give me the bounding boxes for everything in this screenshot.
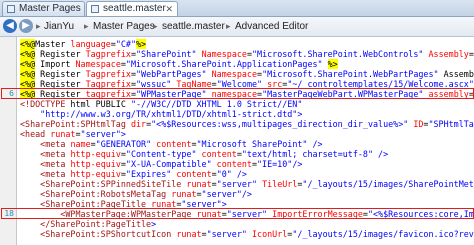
code-text: </SharePoint:PageTitle>	[40, 219, 157, 229]
breadcrumb-item-master-pages[interactable]: Master Pages	[93, 17, 155, 36]
code-line[interactable]: <SharePoint:SPPinnedSiteTile runat="serv…	[0, 179, 474, 189]
code-text: <SharePoint:SPHtmlTag dir="<%$Resources:…	[20, 119, 474, 129]
code-text: <meta name="GENERATOR" content="Microsof…	[40, 139, 323, 149]
code-line[interactable]: <head runat="server">	[0, 129, 474, 139]
code-line[interactable]: <%@ Import Namespace="Microsoft.SharePoi…	[0, 59, 474, 69]
code-text: <WPMasterPage:WPMasterPage runat="server…	[60, 209, 474, 219]
code-text: <SharePoint:SPPinnedSiteTile runat="serv…	[40, 179, 474, 189]
code-line[interactable]: <SharePoint:RobotsMetaTag runat="server"…	[0, 189, 474, 199]
code-text: <SharePoint:RobotsMetaTag runat="server"…	[40, 189, 252, 199]
code-text: <%@ Register Tagprefix="wssuc" TagName="…	[20, 79, 474, 89]
advanced-editor-window: Master Pages seattle.master ✕ ◀ ▶ ▸ Jian…	[0, 0, 474, 245]
code-text: <SharePoint:SPShortcutIcon runat="server…	[40, 229, 474, 239]
breadcrumb-item-file[interactable]: seattle.master	[162, 17, 225, 36]
line-number: 6	[9, 89, 14, 98]
code-line[interactable]: 18 <WPMasterPage:WPMasterPage runat="ser…	[0, 209, 474, 219]
tab-label: seattle.master	[103, 3, 166, 14]
chevron-right-icon: ▸	[226, 21, 231, 31]
code-line[interactable]: <SharePoint:PageTitle runat="server">	[0, 199, 474, 209]
code-text: <%@Master language="C#"%>	[20, 39, 147, 49]
back-arrow-icon[interactable]: ◀	[3, 19, 17, 33]
chevron-right-icon: ▸	[153, 21, 158, 31]
code-editor[interactable]: <%@Master language="C#"%> <%@ Register Ta…	[0, 37, 474, 245]
document-tab-bar: Master Pages seattle.master ✕	[0, 0, 474, 17]
code-line[interactable]: "http://www.w3.org/TR/xhtml1/DTD/xhtml1-…	[0, 109, 474, 119]
forward-arrow-icon[interactable]: ▶	[19, 19, 33, 33]
code-line[interactable]: <SharePoint:SPShortcutIcon runat="server…	[0, 229, 474, 239]
code-text: <%@ Import Namespace="Microsoft.SharePoi…	[20, 59, 338, 69]
code-text: <head runat="server">	[20, 129, 126, 139]
code-line[interactable]: <meta http-equiv="Expires" content="0" /…	[0, 169, 474, 179]
page-icon	[7, 5, 15, 13]
breadcrumb-item-site[interactable]: JianYu	[44, 17, 74, 36]
tab-label: Master Pages	[19, 3, 81, 14]
chevron-right-icon: ▸	[84, 21, 89, 31]
code-line[interactable]: <meta name="GENERATOR" content="Microsof…	[0, 139, 474, 149]
code-line[interactable]: <%@ Register Tagprefix="wssuc" TagName="…	[0, 79, 474, 89]
tab-seattle-master[interactable]: seattle.master ✕	[86, 1, 178, 16]
code-text: <SharePoint:PageTitle runat="server">	[40, 199, 227, 209]
breadcrumb-item-advanced-editor: Advanced Editor	[235, 21, 309, 32]
code-text: "http://www.w3.org/TR/xhtml1/DTD/xhtml1-…	[40, 109, 303, 119]
code-text: <meta http-equiv="Content-type" content=…	[40, 149, 389, 159]
code-text: <!DOCTYPE html PUBLIC "-//W3C//DTD XHTML…	[20, 99, 303, 109]
code-line[interactable]: </SharePoint:PageTitle>	[0, 219, 474, 229]
chevron-right-icon: ▸	[36, 21, 41, 31]
code-line[interactable]: <!DOCTYPE html PUBLIC "-//W3C//DTD XHTML…	[0, 99, 474, 109]
page-icon	[91, 5, 99, 13]
code-line[interactable]: 6 <%@ Register tagprefix="WPMasterPage" n…	[0, 89, 474, 99]
code-line[interactable]: <SharePoint:SPHtmlTag dir="<%$Resources:…	[0, 119, 474, 129]
close-icon[interactable]: ✕	[165, 2, 173, 16]
code-text: <%@ Register tagprefix="WPMasterPage" na…	[20, 89, 474, 99]
line-number: 18	[4, 209, 14, 218]
code-text: <meta http-equiv="X-UA-Compatible" conte…	[40, 159, 303, 169]
code-line[interactable]: <%@ Register Tagprefix="WebPartPages" Na…	[0, 69, 474, 79]
tab-master-pages[interactable]: Master Pages	[2, 1, 85, 16]
code-text: <%@ Register Tagprefix="SharePoint" Name…	[20, 49, 474, 59]
code-text: <%@ Register Tagprefix="WebPartPages" Na…	[20, 69, 474, 79]
breadcrumb: ◀ ▶ ▸ JianYu ▸ Master Pages ▸ seattle.ma…	[0, 17, 474, 37]
code-text: <meta http-equiv="Expires" content="0" /…	[40, 169, 247, 179]
code-line[interactable]: <%@ Register Tagprefix="SharePoint" Name…	[0, 49, 474, 59]
code-line[interactable]: <meta http-equiv="X-UA-Compatible" conte…	[0, 159, 474, 169]
code-line[interactable]: <%@Master language="C#"%>	[0, 39, 474, 49]
code-line[interactable]: <meta http-equiv="Content-type" content=…	[0, 149, 474, 159]
